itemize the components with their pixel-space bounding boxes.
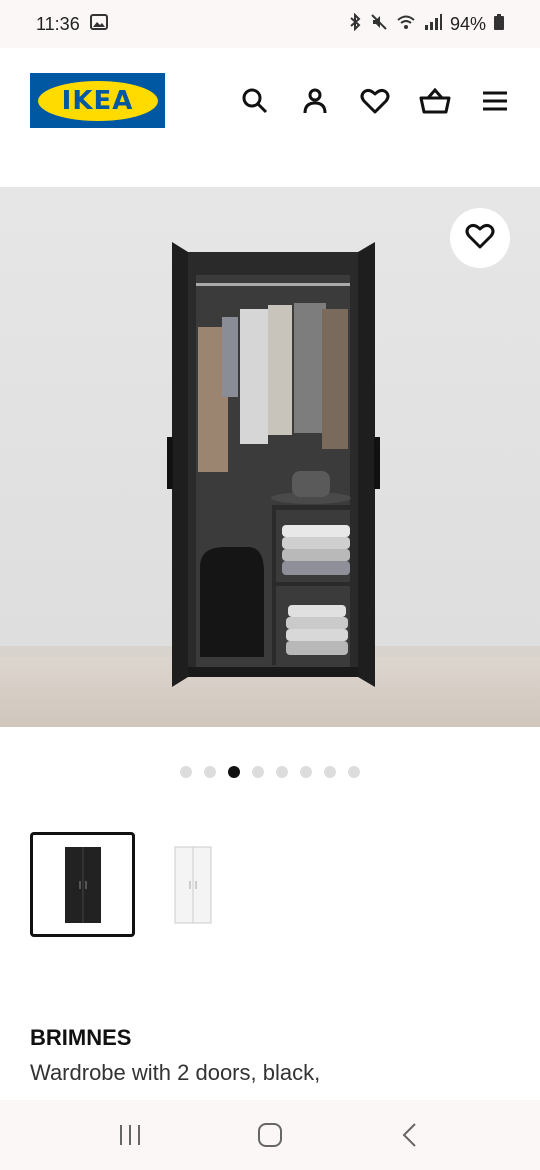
status-time: 11:36 xyxy=(36,13,80,34)
pagination-dot[interactable] xyxy=(300,766,312,778)
status-bar: 11:36 94% xyxy=(0,0,540,48)
heart-icon xyxy=(465,222,495,255)
black-wardrobe-thumbnail xyxy=(64,846,101,923)
bluetooth-icon xyxy=(348,12,362,36)
ikea-logo[interactable]: IKEA xyxy=(30,73,165,128)
battery-icon xyxy=(494,13,504,35)
system-nav-bar xyxy=(0,1100,540,1170)
product-name: BRIMNES xyxy=(30,1025,132,1050)
logo-text: IKEA xyxy=(37,80,158,121)
gallery-notification-icon xyxy=(89,13,108,35)
back-icon xyxy=(402,1123,416,1147)
image-pagination[interactable] xyxy=(180,766,360,778)
variant-thumbnail-black[interactable] xyxy=(30,832,135,937)
product-description: Wardrobe with 2 doors, black, xyxy=(30,1060,321,1085)
white-wardrobe-thumbnail xyxy=(174,846,211,923)
add-to-favourites-button[interactable] xyxy=(450,208,510,268)
site-header: IKEA xyxy=(0,48,540,158)
battery-level: 94% xyxy=(449,13,486,34)
signal-icon xyxy=(424,13,442,36)
mute-icon xyxy=(370,13,388,36)
pagination-dot[interactable] xyxy=(324,766,336,778)
back-button[interactable] xyxy=(380,1110,440,1160)
basket-icon[interactable] xyxy=(419,85,451,117)
search-icon[interactable] xyxy=(239,85,271,117)
pagination-dot-active[interactable] xyxy=(228,766,240,778)
variant-thumbnail-white[interactable] xyxy=(140,832,245,937)
home-icon xyxy=(258,1123,282,1147)
menu-icon[interactable] xyxy=(479,85,511,117)
heart-icon[interactable] xyxy=(359,85,391,117)
pagination-dot[interactable] xyxy=(276,766,288,778)
account-icon[interactable] xyxy=(299,85,331,117)
pagination-dot[interactable] xyxy=(348,766,360,778)
pagination-dot[interactable] xyxy=(252,766,264,778)
recent-apps-button[interactable] xyxy=(100,1110,160,1160)
pagination-dot[interactable] xyxy=(204,766,216,778)
home-button[interactable] xyxy=(240,1110,300,1160)
product-image[interactable] xyxy=(0,187,540,727)
pagination-dot[interactable] xyxy=(180,766,192,778)
wifi-icon xyxy=(396,13,416,36)
recent-apps-icon xyxy=(120,1125,140,1145)
wardrobe-illustration xyxy=(167,242,380,687)
